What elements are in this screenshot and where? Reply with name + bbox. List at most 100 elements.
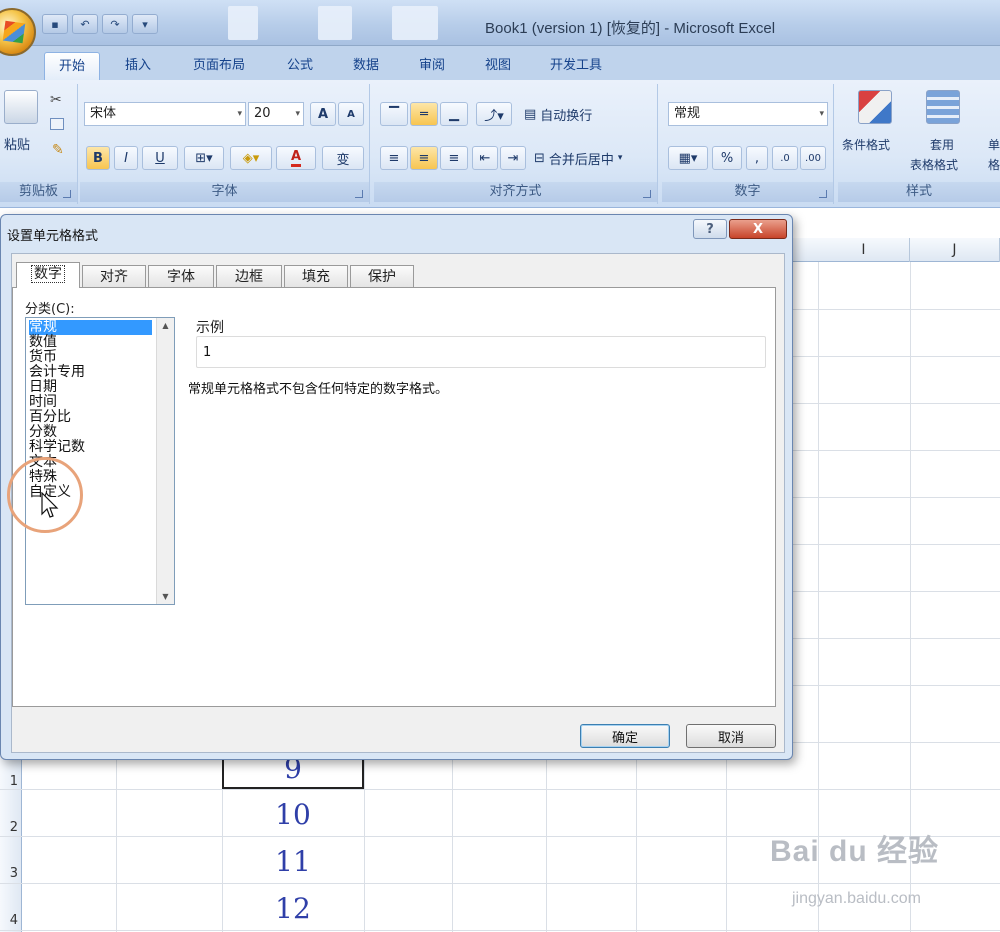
blur-region [392,6,438,40]
office-logo-icon [2,20,26,44]
column-header-i[interactable]: I [818,238,910,262]
tab-developer[interactable]: 开发工具 [536,52,616,80]
help-button[interactable]: ? [693,219,727,239]
cell-value[interactable]: 10 [222,798,364,831]
borders-icon[interactable]: ⊞▾ [184,146,224,170]
paste-button-label[interactable]: 粘贴 [4,134,30,153]
baidu-watermark: Bai du 经验 [770,835,940,868]
decrease-decimal-icon[interactable]: .00 [800,146,826,170]
tab-protection[interactable]: 保护 [350,265,414,287]
category-scrollbar[interactable]: ▲ ▼ [156,318,174,604]
align-middle-icon[interactable]: ═ [410,102,438,126]
ok-button[interactable]: 确定 [580,724,670,748]
tab-review[interactable]: 审阅 [404,52,460,80]
tab-view[interactable]: 视图 [470,52,526,80]
category-item[interactable]: 常规 [29,320,152,335]
grow-font-button[interactable]: A [310,102,336,126]
cancel-button[interactable]: 取消 [686,724,776,748]
orientation-icon[interactable]: ⤴▾ [476,102,512,126]
cell-value[interactable]: 12 [222,892,364,925]
comma-style-button[interactable]: , [746,146,768,170]
merge-center-button[interactable]: ⊟ 合并后居中 ▾ [534,146,652,170]
increase-indent-icon[interactable]: ⇥ [500,146,526,170]
dialog-launcher-icon[interactable] [643,190,651,198]
row-header[interactable]: 3 [0,866,18,881]
mouse-cursor-icon [41,492,59,518]
format-as-table-label[interactable]: 套用 [930,136,954,153]
accounting-format-icon[interactable]: ▦▾ [668,146,708,170]
column-header-j[interactable]: J [910,238,1000,262]
dialog-launcher-icon[interactable] [355,190,363,198]
row-header[interactable]: 1 [0,774,18,789]
wrap-text-icon: ▤ [524,106,537,122]
tab-home[interactable]: 开始 [44,52,100,80]
fill-color-icon[interactable]: ◈▾ [230,146,272,170]
cell-styles-label[interactable]: 单 [988,136,1000,153]
category-item[interactable]: 分数 [29,425,57,440]
number-format-combo[interactable]: 常规 ▾ [668,102,828,126]
align-top-icon[interactable]: ▔ [380,102,408,126]
dialog-launcher-icon[interactable] [63,190,71,198]
category-item[interactable]: 时间 [29,395,57,410]
format-as-table-icon[interactable] [926,90,960,124]
sample-box: 1 [196,336,766,368]
format-painter-icon[interactable]: ✎ [52,142,64,158]
copy-icon[interactable] [50,118,64,130]
category-item[interactable]: 数值 [29,335,57,350]
number-group: 常规 ▾ ▦▾ % , .0 .00 数字 [662,84,834,204]
italic-button[interactable]: I [114,146,138,170]
phonetic-button[interactable]: 变 [322,146,364,170]
category-item[interactable]: 科学记数 [29,440,85,455]
align-right-icon[interactable]: ≡ [440,146,468,170]
category-item[interactable]: 日期 [29,380,57,395]
tab-border[interactable]: 边框 [216,265,282,287]
tab-fill[interactable]: 填充 [284,265,348,287]
tab-alignment[interactable]: 对齐 [82,265,146,287]
dialog-title: 设置单元格格式 [7,229,99,244]
bold-button[interactable]: B [86,146,110,170]
underline-button[interactable]: U [142,146,178,170]
row-header[interactable]: 2 [0,820,18,835]
format-cells-dialog: 设置单元格格式 ? X 数字 对齐 字体 边框 填充 保护 分类(C): 常规 … [0,214,793,760]
redo-icon[interactable]: ↷ [102,14,128,34]
align-center-icon[interactable]: ≡ [410,146,438,170]
wrap-text-button[interactable]: ▤ 自动换行 [524,102,652,126]
paste-icon[interactable] [4,90,38,124]
category-item[interactable]: 会计专用 [29,365,85,380]
percent-style-button[interactable]: % [712,146,742,170]
number-tab-panel: 分类(C): 常规 数值 货币 会计专用 日期 时间 百分比 分数 科学记数 文… [12,287,776,707]
tab-data[interactable]: 数据 [338,52,394,80]
ribbon-tab-bar: 开始 插入 页面布局 公式 数据 审阅 视图 开发工具 [0,46,1000,80]
tab-insert[interactable]: 插入 [110,52,166,80]
close-button[interactable]: X [729,219,787,239]
row-header[interactable]: 4 [0,913,18,928]
category-item[interactable]: 百分比 [29,410,71,425]
dialog-launcher-icon[interactable] [819,190,827,198]
font-color-button[interactable]: A [276,146,316,170]
align-bottom-icon[interactable]: ▁ [440,102,468,126]
increase-decimal-icon[interactable]: .0 [772,146,798,170]
cut-icon[interactable]: ✂ [50,92,62,108]
font-size-combo[interactable]: 20 ▾ [248,102,304,126]
tab-font[interactable]: 字体 [148,265,214,287]
save-icon[interactable]: ▪ [42,14,68,34]
decrease-indent-icon[interactable]: ⇤ [472,146,498,170]
font-name-combo[interactable]: 宋体 ▾ [84,102,246,126]
format-description: 常规单元格格式不包含任何特定的数字格式。 [188,382,449,397]
cell-styles-label-2[interactable]: 格 [988,156,1000,173]
tab-number[interactable]: 数字 [16,262,80,288]
scroll-down-icon[interactable]: ▼ [157,592,174,601]
cell-value[interactable]: 11 [222,845,364,878]
category-item[interactable]: 货币 [29,350,57,365]
tab-page-layout[interactable]: 页面布局 [180,52,258,80]
align-left-icon[interactable]: ≡ [380,146,408,170]
format-as-table-label-2[interactable]: 表格格式 [910,156,958,173]
conditional-format-label[interactable]: 条件格式 [842,136,890,153]
conditional-format-icon[interactable] [858,90,892,124]
shrink-font-button[interactable]: A [338,102,364,126]
font-group-label: 字体 [80,182,369,202]
scroll-up-icon[interactable]: ▲ [157,321,174,330]
tab-formulas[interactable]: 公式 [272,52,328,80]
undo-icon[interactable]: ↶ [72,14,98,34]
customize-qat-icon[interactable]: ▾ [132,14,158,34]
